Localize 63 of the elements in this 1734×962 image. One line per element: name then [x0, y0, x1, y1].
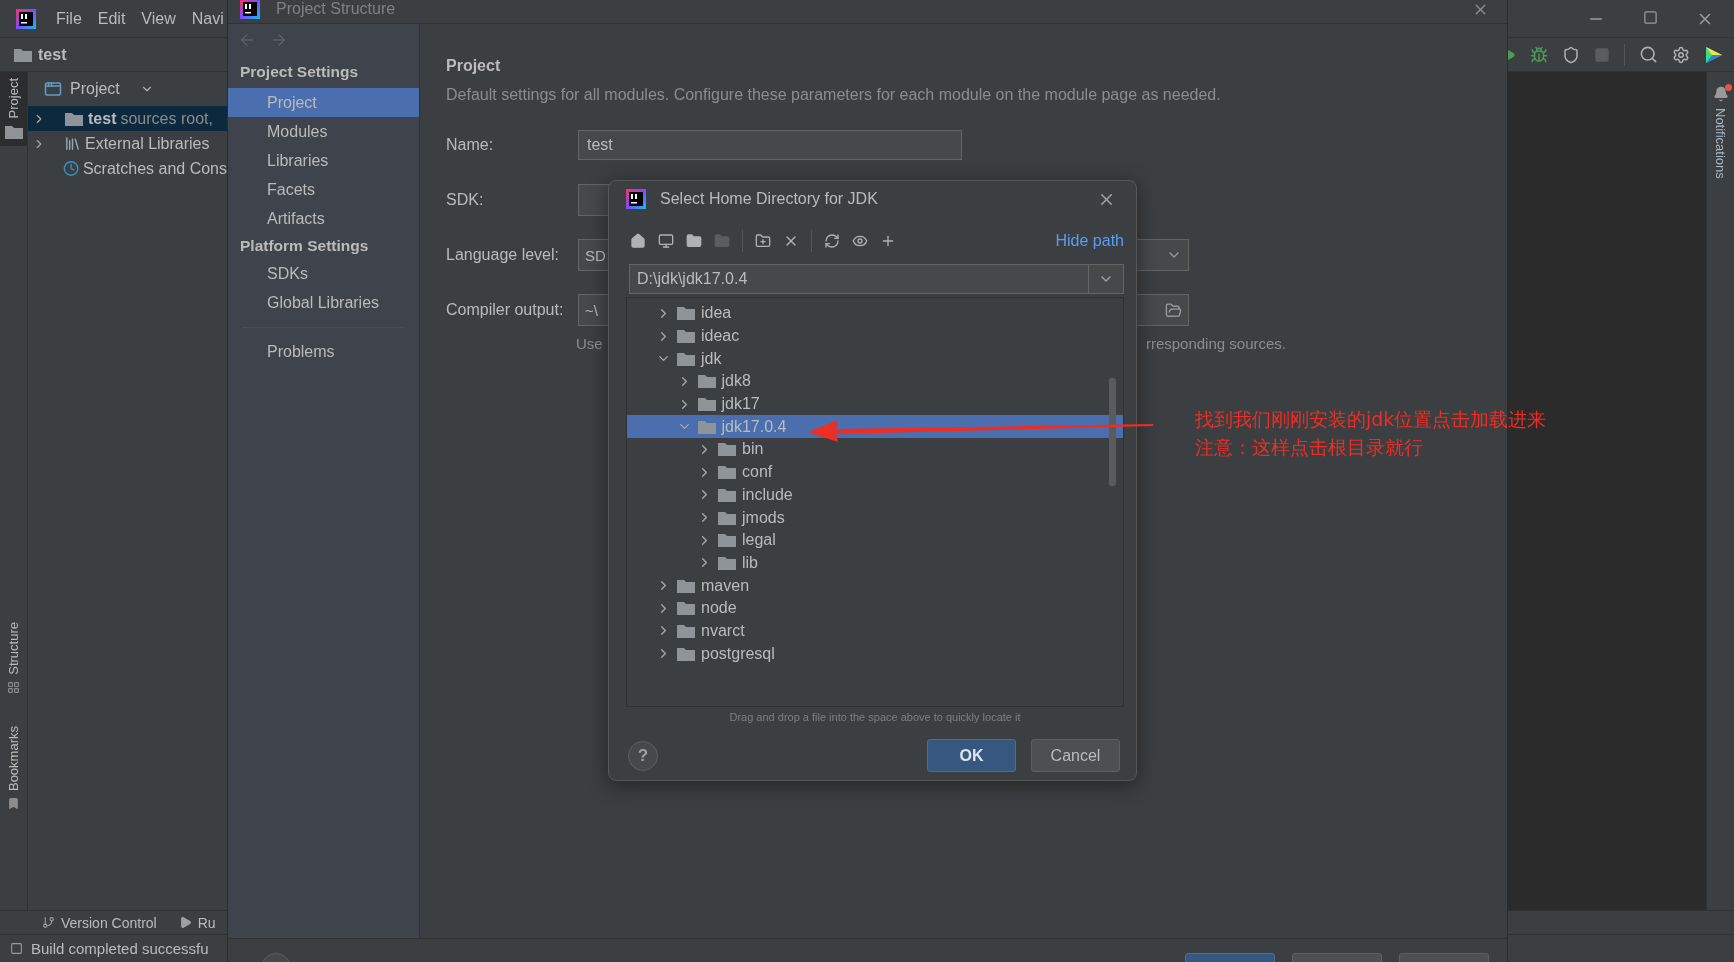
tree-item[interactable]: include: [627, 483, 1123, 507]
path-field[interactable]: D:\jdk\jdk17.0.4: [629, 264, 1124, 294]
tool-window-tab[interactable]: Bookmarks: [0, 720, 27, 817]
hint-text: rresponding sources.: [1145, 334, 1286, 354]
sidebar-item[interactable]: Problems: [228, 337, 419, 366]
page-heading: Project: [446, 56, 502, 76]
page-description: Default settings for all modules. Configure these parameters for each module on the module page as needed.: [446, 85, 1222, 105]
hint-text: Drag and drop a file into the space above to quickly locate it: [728, 710, 1022, 725]
field-label: Compiler output:: [446, 301, 565, 319]
tree-item[interactable]: idea: [627, 302, 1123, 325]
help-button[interactable]: ?: [628, 740, 658, 771]
sidebar-item[interactable]: Libraries: [228, 146, 419, 175]
sidebar-item[interactable]: Artifacts: [228, 204, 419, 233]
tree-item[interactable]: Scratches and Cons: [28, 156, 227, 181]
tree-item[interactable]: conf: [627, 460, 1123, 484]
menu-item[interactable]: File: [56, 9, 82, 28]
menu-item[interactable]: Navi: [191, 9, 224, 28]
field-label: SDK:: [446, 191, 485, 209]
dialog-title: Select Home Directory for JDK: [660, 190, 878, 208]
menu-item[interactable]: Edit: [97, 9, 126, 28]
sidebar-item[interactable]: Modules: [228, 117, 419, 146]
module-name: test: [88, 109, 117, 128]
status-text: Build completed successfu: [31, 940, 209, 957]
cancel-button[interactable]: Cancel: [1031, 739, 1120, 772]
tree-label: Scratches and Cons: [82, 159, 227, 178]
annotation-text: 找到我们刚刚安装的jdk位置点击加载进来: [1195, 407, 1547, 431]
tree-item[interactable]: legal: [627, 528, 1123, 552]
sidebar-item[interactable]: SDKs: [228, 259, 419, 288]
tree-item[interactable]: nvarct: [627, 619, 1123, 643]
menu-item[interactable]: View: [141, 9, 176, 28]
annotation-text: 注意：这样点击根目录就行: [1195, 435, 1424, 459]
tree-item[interactable]: jdk17: [627, 392, 1123, 416]
project-name[interactable]: test: [38, 45, 67, 64]
tree-item[interactable]: bin: [627, 438, 1123, 461]
name-field[interactable]: test: [578, 130, 962, 160]
tool-window-tab[interactable]: Ru: [197, 914, 216, 931]
field-label: Name:: [446, 136, 495, 154]
tree-item[interactable]: jdk8: [627, 370, 1123, 393]
tool-window-tab[interactable]: Project: [0, 72, 27, 147]
tree-item[interactable]: node: [627, 596, 1123, 620]
section-header: Project Settings: [239, 62, 359, 82]
tool-window-tab[interactable]: Notifications: [1707, 80, 1734, 185]
section-header: Platform Settings: [239, 236, 370, 256]
tool-window-tab[interactable]: Version Control: [61, 914, 157, 931]
ok-button[interactable]: OK: [927, 739, 1016, 772]
tree-item[interactable]: jmods: [627, 506, 1123, 529]
hide-path-link[interactable]: Hide path: [1055, 232, 1124, 250]
tree-label: External Libraries: [85, 134, 210, 153]
tool-window-tab[interactable]: Structure: [0, 616, 27, 701]
tree-item[interactable]: ideac: [627, 324, 1123, 348]
tree-item[interactable]: test sources root,: [28, 106, 227, 131]
module-note: sources root,: [120, 109, 213, 128]
tree-item[interactable]: lib: [627, 551, 1123, 575]
tree-item[interactable]: jdk: [627, 347, 1123, 371]
window-title: Project Structure: [276, 0, 396, 18]
tree-item[interactable]: postgresql: [627, 642, 1123, 665]
tree-item[interactable]: maven: [627, 574, 1123, 597]
sidebar-item[interactable]: Global Libraries: [228, 288, 419, 317]
panel-title[interactable]: Project: [70, 80, 120, 98]
field-label: Language level:: [446, 246, 560, 264]
tree-item[interactable]: External Libraries: [28, 131, 227, 156]
sidebar-item[interactable]: Facets: [228, 175, 419, 204]
hint-text: Use: [576, 334, 603, 354]
